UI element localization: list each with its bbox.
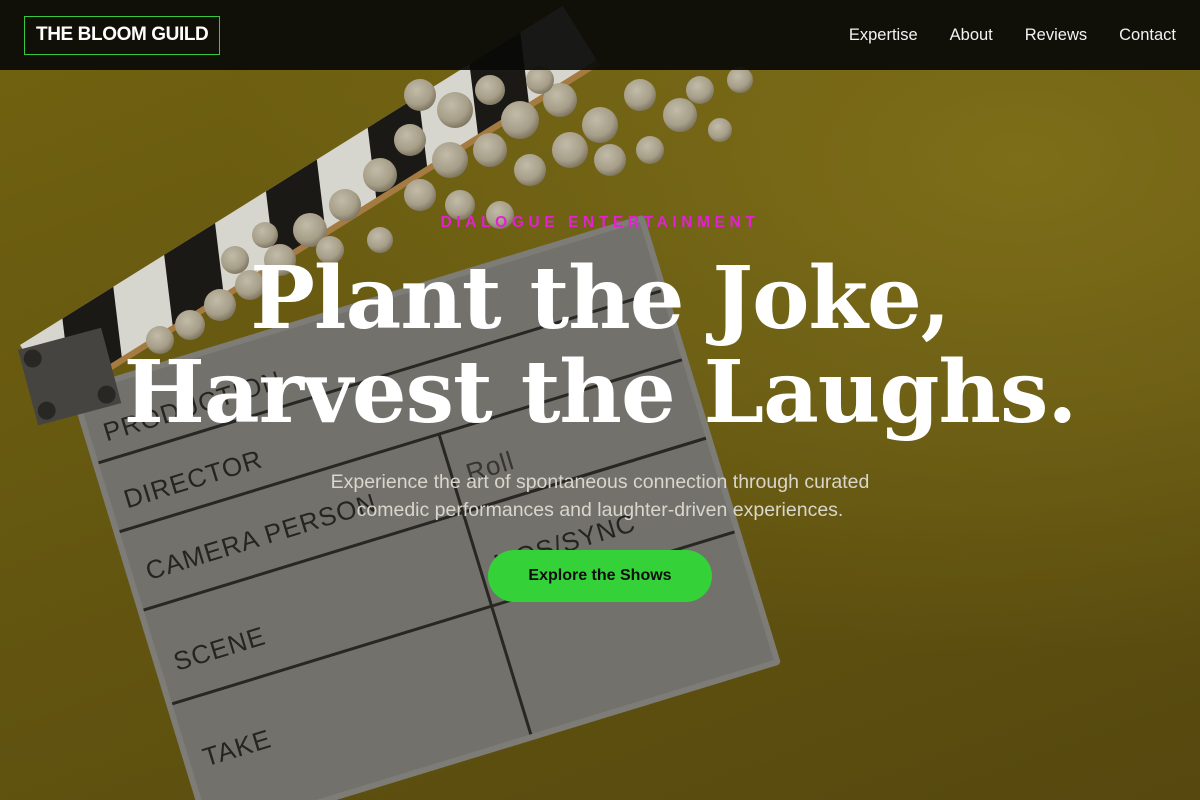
nav-link-reviews[interactable]: Reviews — [1025, 26, 1087, 45]
top-navbar: THE BLOOM GUILD Expertise About Reviews … — [0, 0, 1200, 70]
subtitle-line-1: Experience the art of spontaneous connec… — [330, 471, 870, 493]
nav-link-contact[interactable]: Contact — [1119, 26, 1176, 45]
hero-eyebrow: DIALOGUE ENTERTAINMENT — [440, 214, 760, 231]
nav-link-about[interactable]: About — [950, 26, 993, 45]
explore-shows-button[interactable]: Explore the Shows — [488, 550, 712, 602]
subtitle-line-2: comedic performances and laughter-driven… — [356, 499, 844, 521]
hero-section: DIALOGUE ENTERTAINMENT Plant the Joke, H… — [0, 0, 1200, 800]
headline-line-1: Plant the Joke, — [250, 248, 950, 349]
nav-links: Expertise About Reviews Contact — [849, 26, 1176, 45]
headline-line-2: Harvest the Laughs. — [123, 342, 1078, 443]
hero-headline: Plant the Joke, Harvest the Laughs. — [0, 252, 1200, 440]
nav-link-expertise[interactable]: Expertise — [849, 26, 918, 45]
hero-subtitle: Experience the art of spontaneous connec… — [0, 468, 1200, 524]
site-logo[interactable]: THE BLOOM GUILD — [24, 15, 221, 55]
